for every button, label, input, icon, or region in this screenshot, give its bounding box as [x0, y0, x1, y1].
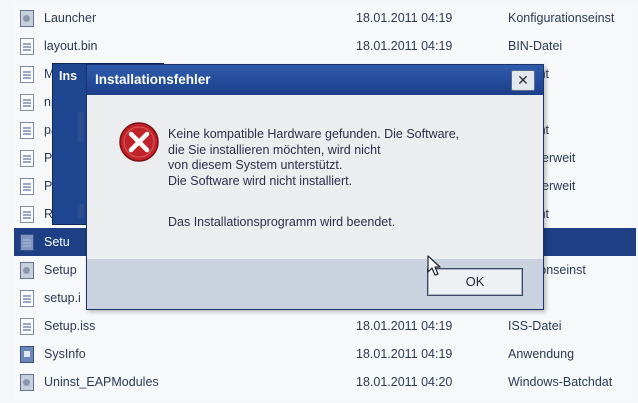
file-name: SysInfo	[44, 347, 86, 361]
error-icon	[119, 122, 159, 162]
background-dialog-title: Ins	[59, 69, 78, 83]
file-type: Windows-Batchdat	[508, 375, 613, 389]
file-type: Anwendung	[508, 347, 575, 361]
dialog-message: Keine kompatible Hardware gefunden. Die …	[168, 127, 528, 231]
file-date: 18.01.2011 04:19	[356, 11, 453, 25]
error-dialog: Installationsfehler ✕ Keine kompatible H…	[86, 64, 544, 310]
background-dialog-bar	[78, 204, 84, 218]
file-type: BIN-Datei	[508, 39, 563, 53]
file-row[interactable]: Launcher 18.01.2011 04:19 Konfigurations…	[14, 4, 636, 32]
file-icon	[20, 178, 35, 195]
app-icon	[20, 346, 35, 363]
dialog-title: Installationsfehler	[95, 72, 211, 87]
file-icon	[20, 38, 35, 55]
file-name: Setu	[44, 235, 70, 249]
message-line: von diesem System unterstützt.	[168, 158, 343, 172]
dialog-content: Keine kompatible Hardware gefunden. Die …	[87, 95, 543, 259]
file-icon	[20, 290, 35, 307]
document-icon	[20, 206, 35, 223]
gear-file-icon	[20, 262, 35, 279]
file-name: Launcher	[44, 11, 97, 25]
file-name: setup.i	[44, 291, 81, 305]
file-name: Uninst_EAPModules	[44, 375, 159, 389]
file-date: 18.01.2011 04:19	[356, 347, 453, 361]
file-date: 18.01.2011 04:19	[356, 319, 453, 333]
setup-icon	[20, 234, 35, 251]
file-row[interactable]: SysInfo 18.01.2011 04:19 Anwendung	[14, 340, 636, 368]
file-row[interactable]: Setup.iss 18.01.2011 04:19 ISS-Datei	[14, 312, 636, 340]
document-icon	[20, 66, 35, 83]
gear-file-icon	[20, 10, 35, 27]
file-icon	[20, 150, 35, 167]
file-row[interactable]: Uninst_EAPModules 18.01.2011 04:20 Windo…	[14, 368, 636, 396]
file-row[interactable]: layout.bin 18.01.2011 04:19 BIN-Datei	[14, 32, 636, 60]
file-icon	[20, 94, 35, 111]
message-line: die Sie installieren möchten, wird nicht	[168, 142, 381, 157]
message-exit-line: Das Installationsprogramm wird beendet.	[168, 215, 396, 229]
file-type: ISS-Datei	[508, 319, 562, 333]
mouse-cursor-icon	[427, 255, 441, 276]
message-line: Keine kompatible Hardware gefunden. Die …	[168, 127, 460, 141]
batch-file-icon	[20, 374, 35, 391]
file-name: Setup.iss	[44, 319, 96, 333]
file-date: 18.01.2011 04:19	[356, 39, 453, 53]
file-name: Setup	[44, 263, 77, 277]
file-type: Konfigurationseinst	[508, 11, 615, 25]
document-icon	[20, 122, 35, 139]
file-name: layout.bin	[44, 39, 98, 53]
close-button[interactable]: ✕	[511, 70, 535, 91]
dialog-titlebar[interactable]: Installationsfehler ✕	[87, 65, 543, 95]
file-icon	[20, 318, 35, 335]
background-dialog-bar	[78, 112, 84, 142]
file-date: 18.01.2011 04:20	[356, 375, 453, 389]
message-line: Die Software wird nicht installiert.	[168, 173, 353, 188]
